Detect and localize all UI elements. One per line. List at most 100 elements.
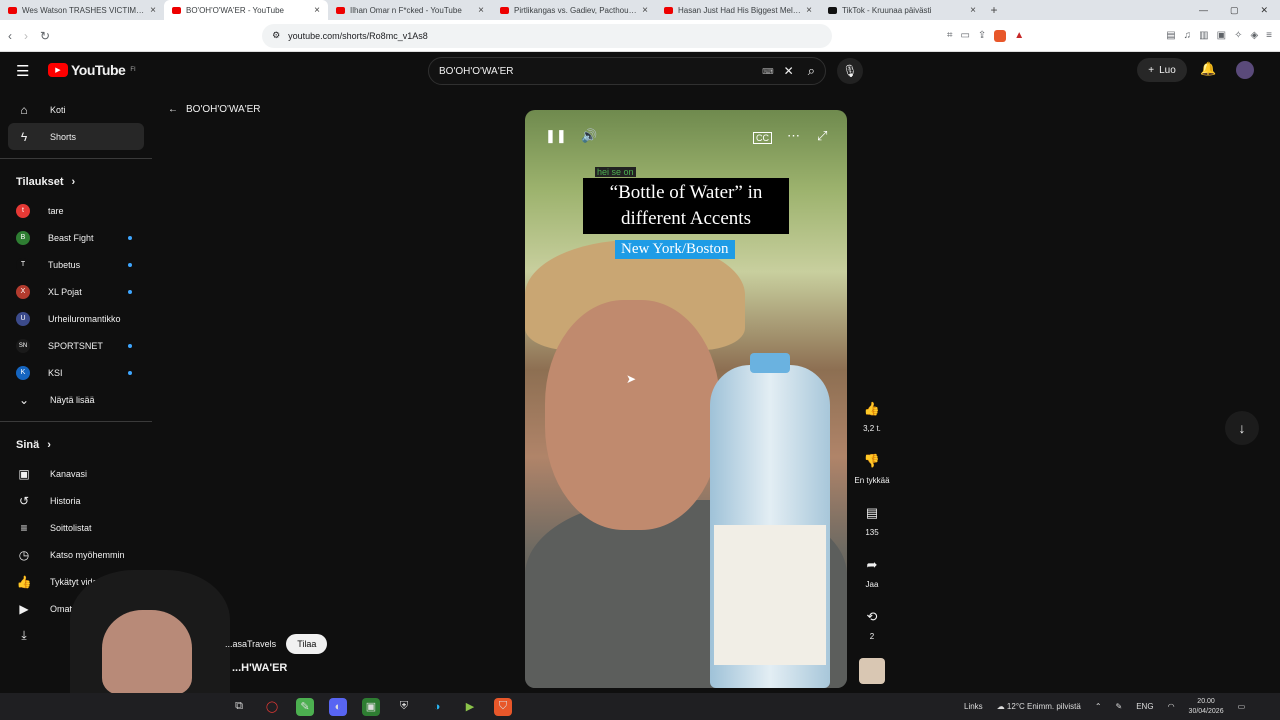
- show-more-button[interactable]: ⌄ Näytä lisää: [0, 386, 152, 413]
- terminal-icon[interactable]: ▣: [362, 697, 380, 716]
- comments-action[interactable]: ▤ 135: [861, 502, 883, 554]
- close-tab-icon[interactable]: ×: [478, 5, 484, 16]
- play-icon[interactable]: ▶: [461, 698, 479, 716]
- clear-search-icon[interactable]: ✕: [784, 64, 794, 78]
- close-tab-icon[interactable]: ×: [314, 5, 320, 16]
- wifi-icon[interactable]: ◠: [1168, 702, 1175, 711]
- leo-icon[interactable]: ✧: [1234, 30, 1242, 41]
- keyboard-icon[interactable]: ⌨: [762, 67, 774, 76]
- browser-tab[interactable]: TikTok - Kruunaa päivästi ×: [820, 0, 984, 20]
- menu-icon[interactable]: ≡: [1266, 30, 1272, 41]
- back-icon[interactable]: ‹: [8, 29, 12, 43]
- close-tab-icon[interactable]: ×: [970, 5, 976, 16]
- notifications-bell-icon[interactable]: 🔔: [1200, 61, 1216, 77]
- opera-icon[interactable]: ◯: [263, 698, 281, 716]
- create-button[interactable]: + Luo: [1137, 58, 1187, 82]
- edge-icon[interactable]: ◑: [428, 698, 446, 716]
- sound-thumbnail[interactable]: [859, 658, 885, 684]
- close-window-icon[interactable]: ✕: [1260, 5, 1268, 16]
- share-icon[interactable]: ➦: [861, 554, 883, 576]
- pause-icon[interactable]: ❚❚: [545, 128, 567, 144]
- share-icon[interactable]: ⇪: [978, 30, 986, 42]
- vpn-icon[interactable]: ◈: [1250, 30, 1258, 41]
- discord-icon[interactable]: ◐: [329, 697, 347, 716]
- brave-icon[interactable]: [994, 29, 1007, 42]
- links-toolbar[interactable]: Links: [964, 702, 983, 711]
- tray-expand-icon[interactable]: ⌃: [1095, 702, 1102, 711]
- channel-name[interactable]: ...asaTravels: [225, 639, 276, 649]
- more-options-icon[interactable]: ⋯: [787, 128, 800, 144]
- voice-search-icon[interactable]: 🎙: [837, 58, 863, 84]
- channel-avatar: K: [16, 365, 30, 380]
- clock[interactable]: 20.00 30/04/2026: [1189, 697, 1224, 717]
- browser-tab[interactable]: Hasan Just Had His Biggest Meltdown ×: [656, 0, 820, 20]
- volume-icon[interactable]: 🔊: [581, 128, 597, 144]
- sidebar-item-history[interactable]: ↺ Historia: [0, 487, 152, 514]
- remix-action[interactable]: ⟲ 2: [861, 606, 883, 658]
- sidebar-item-subscription[interactable]: K KSI: [0, 359, 152, 386]
- sidebar-icon[interactable]: ▥: [1199, 30, 1208, 41]
- liked-icon: 👍: [16, 574, 32, 589]
- fullscreen-icon[interactable]: ⤢: [817, 128, 827, 144]
- site-info-icon[interactable]: ⚙: [272, 30, 280, 41]
- share-action[interactable]: ➦ Jaa: [861, 554, 883, 606]
- alert-icon[interactable]: ▲: [1014, 30, 1024, 42]
- sidebar-item-subscription[interactable]: T Tubetus: [0, 251, 152, 278]
- sidebar-item-subscription[interactable]: X XL Pojat: [0, 278, 152, 305]
- browser-tab[interactable]: Wes Watson TRASHES VICTIM & The×: [0, 0, 164, 20]
- close-tab-icon[interactable]: ×: [150, 5, 156, 16]
- dislike-icon[interactable]: 👎: [861, 450, 883, 472]
- sidebar-item-home[interactable]: ⌂ Koti: [0, 96, 152, 123]
- notification-center-icon[interactable]: ▭: [1238, 702, 1246, 711]
- sidebar-item-shorts[interactable]: ϟ Shorts: [8, 123, 144, 150]
- hamburger-menu-icon[interactable]: ☰: [16, 62, 29, 80]
- search-icon[interactable]: ⌕: [808, 63, 815, 79]
- sidebar-item-subscription[interactable]: t tare: [0, 197, 152, 224]
- sidebar-item-subscription[interactable]: U Urheiluromantikko: [0, 305, 152, 332]
- sidebar-item-subscription[interactable]: SN SPORTSNET: [0, 332, 152, 359]
- new-tab-button[interactable]: +: [984, 3, 1004, 17]
- pen-icon[interactable]: ✎: [1116, 702, 1123, 711]
- sidebar-item-watch-later[interactable]: ◷ Katso myöhemmin: [0, 541, 152, 568]
- dislike-action[interactable]: 👎 En tykkää: [854, 450, 889, 502]
- sidebar-item-channel[interactable]: ▣ Kanavasi: [0, 460, 152, 487]
- comment-icon[interactable]: ▤: [861, 502, 883, 524]
- app-icon[interactable]: ✎: [296, 697, 314, 716]
- captions-icon[interactable]: CC: [753, 132, 772, 144]
- browser-tab[interactable]: Pirtlikangas vs. Gadiev, Pacthouse ja ×: [492, 0, 656, 20]
- forward-icon[interactable]: ›: [24, 29, 28, 43]
- youtube-logo[interactable]: ▶ YouTube FI: [48, 62, 136, 78]
- browser-tab[interactable]: Ilhan Omar n F*cked - YouTube ×: [328, 0, 492, 20]
- avatar[interactable]: [1236, 61, 1254, 79]
- subscribe-button[interactable]: Tilaa: [286, 634, 328, 654]
- search-input[interactable]: BO'OH'O'WA'ER ⌨ ✕ ⌕: [428, 57, 826, 85]
- reader-icon[interactable]: ▤: [1166, 30, 1175, 41]
- sidebar-item-subscription[interactable]: B Beast Fight: [0, 224, 152, 251]
- browser-toolbar: ‹ › ↻ ⚙ youtube.com/shorts/Ro8mc_v1As8 ⌗…: [0, 20, 1280, 52]
- shield-icon[interactable]: ⛨: [395, 698, 413, 716]
- close-tab-icon[interactable]: ×: [642, 5, 648, 16]
- subscriptions-heading[interactable]: Tilaukset ›: [0, 167, 152, 197]
- next-short-button[interactable]: ↓: [1225, 411, 1259, 445]
- language-indicator[interactable]: ENG: [1136, 702, 1153, 711]
- cast-icon[interactable]: ▭: [960, 30, 969, 42]
- shorts-video-player[interactable]: ❚❚ 🔊 CC ⋯ ⤢ hei se on “Bottle of Water” …: [525, 110, 847, 688]
- close-tab-icon[interactable]: ×: [806, 5, 812, 16]
- music-icon[interactable]: ♫: [1184, 30, 1192, 41]
- you-heading[interactable]: Sinä ›: [0, 430, 152, 460]
- wallet-icon[interactable]: ▣: [1217, 30, 1226, 41]
- like-icon[interactable]: 👍: [861, 398, 883, 420]
- task-view-icon[interactable]: ⧉: [230, 698, 248, 716]
- back-to-search-button[interactable]: ← BO'OH'O'WA'ER: [168, 104, 261, 115]
- browser-tab-active[interactable]: BO'OH'O'WA'ER - YouTube ×: [164, 0, 328, 20]
- like-action[interactable]: 👍 3,2 t.: [861, 398, 883, 450]
- address-bar[interactable]: ⚙ youtube.com/shorts/Ro8mc_v1As8: [262, 23, 833, 48]
- sidebar-item-playlists[interactable]: ≡ Soittolistat: [0, 514, 152, 541]
- reload-icon[interactable]: ↻: [40, 29, 50, 43]
- translate-icon[interactable]: ⌗: [947, 30, 953, 42]
- brave-icon[interactable]: ⛉: [494, 697, 512, 716]
- minimize-icon[interactable]: —: [1199, 5, 1208, 16]
- weather-widget[interactable]: ☁ 12°C Enimm. pilvistä: [997, 702, 1081, 711]
- maximize-icon[interactable]: ▢: [1230, 5, 1239, 16]
- remix-icon[interactable]: ⟲: [861, 606, 883, 628]
